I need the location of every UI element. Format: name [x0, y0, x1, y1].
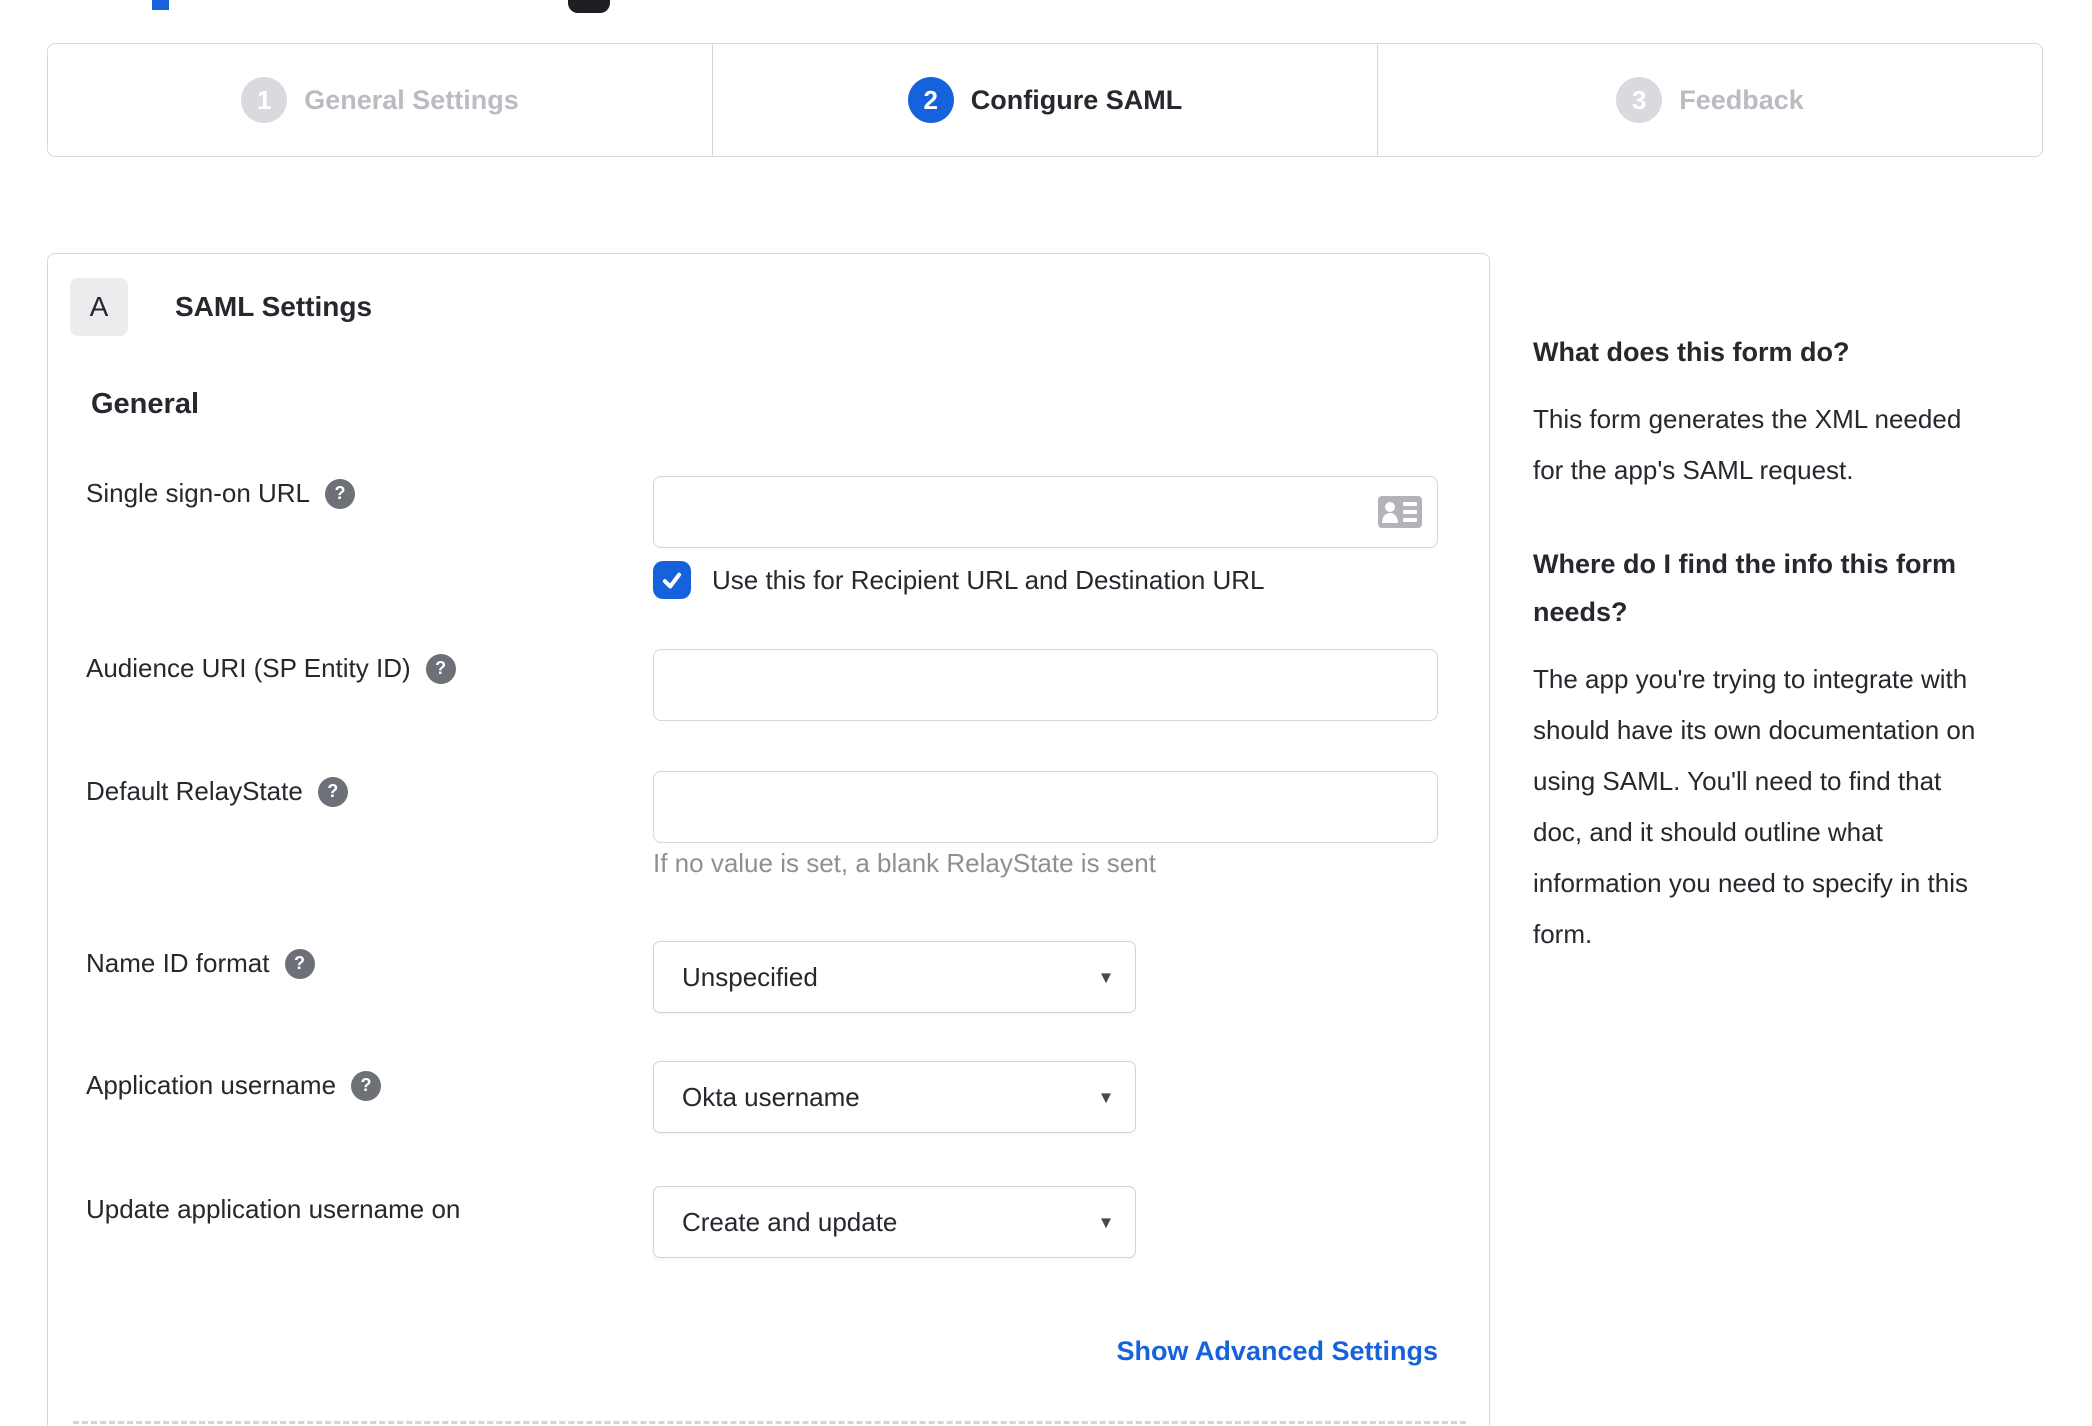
screen: 1 General Settings 2 Configure SAML 3 Fe…	[0, 0, 2092, 1426]
step-feedback[interactable]: 3 Feedback	[1377, 44, 2042, 156]
single-sign-on-url-input-wrap	[653, 476, 1438, 548]
contact-card-icon	[1378, 496, 1422, 528]
application-username-label: Application username ?	[86, 1070, 382, 1101]
single-sign-on-url-input[interactable]	[653, 476, 1438, 548]
help-heading: Where do I find the info this form needs…	[1533, 549, 1956, 627]
step-configure-saml[interactable]: 2 Configure SAML	[712, 44, 1377, 156]
single-sign-on-url-label: Single sign-on URL ?	[86, 478, 356, 509]
field-label-text: Audience URI (SP Entity ID)	[86, 653, 411, 683]
general-group-heading: General	[91, 388, 199, 420]
wizard-stepper: 1 General Settings 2 Configure SAML 3 Fe…	[47, 43, 2043, 157]
step-label: General Settings	[304, 84, 519, 115]
step-label: Feedback	[1679, 84, 1804, 115]
chevron-down-icon: ▾	[1100, 1086, 1111, 1109]
recipient-url-checkbox[interactable]	[653, 561, 691, 599]
recipient-url-checkbox-row: Use this for Recipient URL and Destinati…	[653, 561, 1265, 599]
chevron-down-icon: ▾	[1100, 966, 1111, 989]
cutoff-app-logo-fragment	[568, 0, 610, 13]
help-icon[interactable]: ?	[351, 1070, 382, 1101]
help-icon[interactable]: ?	[425, 653, 456, 684]
recipient-url-checkbox-label[interactable]: Use this for Recipient URL and Destinati…	[712, 565, 1265, 596]
advanced-link-row: Show Advanced Settings	[653, 1336, 1438, 1367]
help-sidebar: What does this form do? This form genera…	[1533, 328, 2092, 960]
saml-settings-panel: A SAML Settings General Single sign-on U…	[47, 253, 1490, 1426]
name-id-format-label: Name ID format ?	[86, 948, 315, 979]
step-number-badge: 3	[1616, 77, 1663, 123]
chevron-down-icon: ▾	[1100, 1211, 1111, 1234]
help-section: What does this form do? This form genera…	[1533, 328, 2092, 496]
select-value: Create and update	[682, 1206, 898, 1237]
section-dashed-divider	[73, 1421, 1466, 1424]
help-body: This form generates the XML needed for t…	[1533, 404, 1962, 485]
section-a-badge: A	[70, 278, 128, 336]
help-icon[interactable]: ?	[325, 478, 356, 509]
field-label-text: Single sign-on URL	[86, 478, 311, 508]
help-body: The app you're trying to integrate with …	[1533, 664, 1976, 949]
default-relaystate-label: Default RelayState ?	[86, 776, 348, 807]
step-number-badge: 2	[907, 77, 954, 123]
field-label-text: Application username	[86, 1070, 337, 1100]
select-value: Unspecified	[682, 961, 818, 992]
audience-uri-input[interactable]	[653, 649, 1438, 721]
field-label-text: Update application username on	[86, 1194, 461, 1224]
help-icon[interactable]: ?	[317, 776, 348, 807]
checkmark-icon	[662, 572, 682, 589]
application-username-select[interactable]: Okta username ▾	[653, 1061, 1136, 1133]
default-relaystate-input[interactable]	[653, 771, 1438, 843]
select-value: Okta username	[682, 1081, 860, 1112]
section-title: SAML Settings	[175, 291, 373, 322]
field-label-text: Default RelayState	[86, 776, 303, 806]
audience-uri-label: Audience URI (SP Entity ID) ?	[86, 653, 456, 684]
step-general-settings[interactable]: 1 General Settings	[48, 44, 712, 156]
step-number-badge: 1	[241, 77, 288, 123]
help-heading: What does this form do?	[1533, 337, 1850, 367]
step-label: Configure SAML	[970, 84, 1183, 115]
relaystate-hint-text: If no value is set, a blank RelayState i…	[653, 848, 1156, 878]
cutoff-logo-text-fragment	[152, 0, 169, 10]
help-section: Where do I find the info this form needs…	[1533, 540, 2092, 960]
help-icon[interactable]: ?	[284, 948, 315, 979]
update-application-username-label: Update application username on	[86, 1194, 460, 1225]
field-label-text: Name ID format	[86, 948, 270, 978]
name-id-format-select[interactable]: Unspecified ▾	[653, 941, 1136, 1013]
section-header: A SAML Settings	[70, 278, 372, 336]
update-application-username-select[interactable]: Create and update ▾	[653, 1186, 1136, 1258]
show-advanced-settings-link[interactable]: Show Advanced Settings	[1116, 1336, 1438, 1366]
